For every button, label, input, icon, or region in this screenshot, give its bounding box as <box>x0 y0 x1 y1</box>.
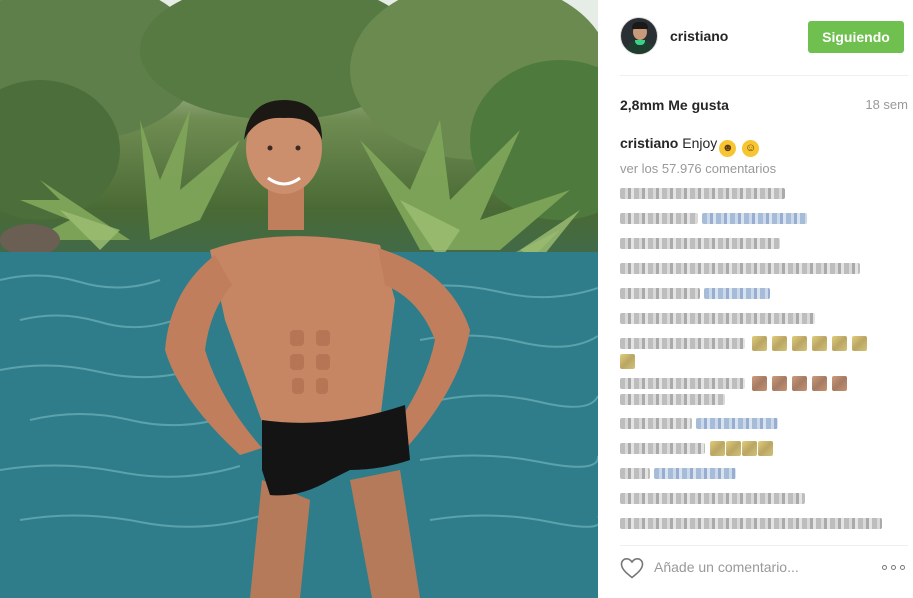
heart-outline-icon[interactable] <box>620 557 644 579</box>
blurred-emoji-icon <box>752 376 767 391</box>
blurred-comment-text <box>620 213 698 224</box>
comment-bar <box>620 545 908 585</box>
blurred-emoji-icon <box>812 336 827 351</box>
more-dot <box>882 565 887 570</box>
blurred-comment-text <box>620 263 860 274</box>
blurred-mention[interactable] <box>704 288 770 299</box>
comment-item <box>620 515 905 540</box>
tongue-out-emoji-icon: ☺ <box>742 140 760 157</box>
post-header: cristiano Siguiendo <box>620 17 908 57</box>
caption-username[interactable]: cristiano <box>620 135 678 151</box>
post-photo[interactable] <box>0 0 598 598</box>
post-username[interactable]: cristiano <box>670 28 728 44</box>
photo-scene <box>0 0 598 598</box>
blurred-emoji-icon <box>742 441 757 456</box>
blurred-comment-text <box>620 443 705 454</box>
comment-item <box>620 210 905 235</box>
grinning-sweat-emoji-icon: ☻ <box>719 140 737 157</box>
more-options-icon[interactable] <box>882 565 906 571</box>
blurred-emoji-icon <box>752 336 767 351</box>
blurred-emoji-icon <box>832 376 847 391</box>
blurred-emoji-icon <box>852 336 867 351</box>
blurred-comment-text <box>620 338 745 349</box>
caption-text: Enjoy <box>682 135 718 151</box>
add-comment-input[interactable] <box>654 556 864 578</box>
comment-item <box>620 465 905 490</box>
post-side-panel: cristiano Siguiendo 2,8mm Me gusta 18 se… <box>598 0 913 598</box>
caption: cristiano Enjoy ☻ ☺ <box>620 135 760 157</box>
blurred-emoji-icon <box>620 354 635 369</box>
blurred-comment-text <box>620 518 882 529</box>
comment-item <box>620 185 905 210</box>
avatar[interactable] <box>620 17 658 55</box>
blurred-emoji-icon <box>710 441 725 456</box>
comment-item <box>620 235 905 260</box>
blurred-comment-text <box>620 288 700 299</box>
blurred-emoji-icon <box>792 336 807 351</box>
blurred-mention[interactable] <box>702 213 807 224</box>
header-divider <box>620 75 908 76</box>
blurred-comment-text <box>620 313 815 324</box>
more-dot <box>891 565 896 570</box>
post-time[interactable]: 18 sem <box>865 97 908 112</box>
blurred-emoji-icon <box>772 376 787 391</box>
comment-item <box>620 440 905 465</box>
view-all-comments-link[interactable]: ver los 57.976 comentarios <box>620 161 776 176</box>
blurred-comment-text <box>620 378 745 389</box>
blurred-mention[interactable] <box>696 418 778 429</box>
following-button[interactable]: Siguiendo <box>808 21 904 53</box>
likes-count[interactable]: 2,8mm Me gusta <box>620 97 729 113</box>
blurred-emoji-icon <box>772 336 787 351</box>
comment-item <box>620 260 905 285</box>
blurred-mention[interactable] <box>654 468 736 479</box>
blurred-emoji-icon <box>726 441 741 456</box>
blurred-emoji-icon <box>758 441 773 456</box>
blurred-comment-text <box>620 493 805 504</box>
blurred-emoji-icon <box>812 376 827 391</box>
blurred-comment-text <box>620 418 692 429</box>
blurred-emoji-icon <box>792 376 807 391</box>
blurred-comment-text <box>620 188 785 199</box>
comment-item <box>620 415 905 440</box>
blurred-comment-text <box>620 394 725 405</box>
blurred-comment-text <box>620 238 780 249</box>
comment-item <box>620 335 905 375</box>
avatar-hair <box>632 22 648 29</box>
more-dot <box>900 565 905 570</box>
comment-item <box>620 490 905 515</box>
comment-item <box>620 285 905 310</box>
comments-list <box>620 185 905 540</box>
comment-item <box>620 310 905 335</box>
comment-item <box>620 375 905 415</box>
blurred-emoji-icon <box>832 336 847 351</box>
blurred-comment-text <box>620 468 650 479</box>
